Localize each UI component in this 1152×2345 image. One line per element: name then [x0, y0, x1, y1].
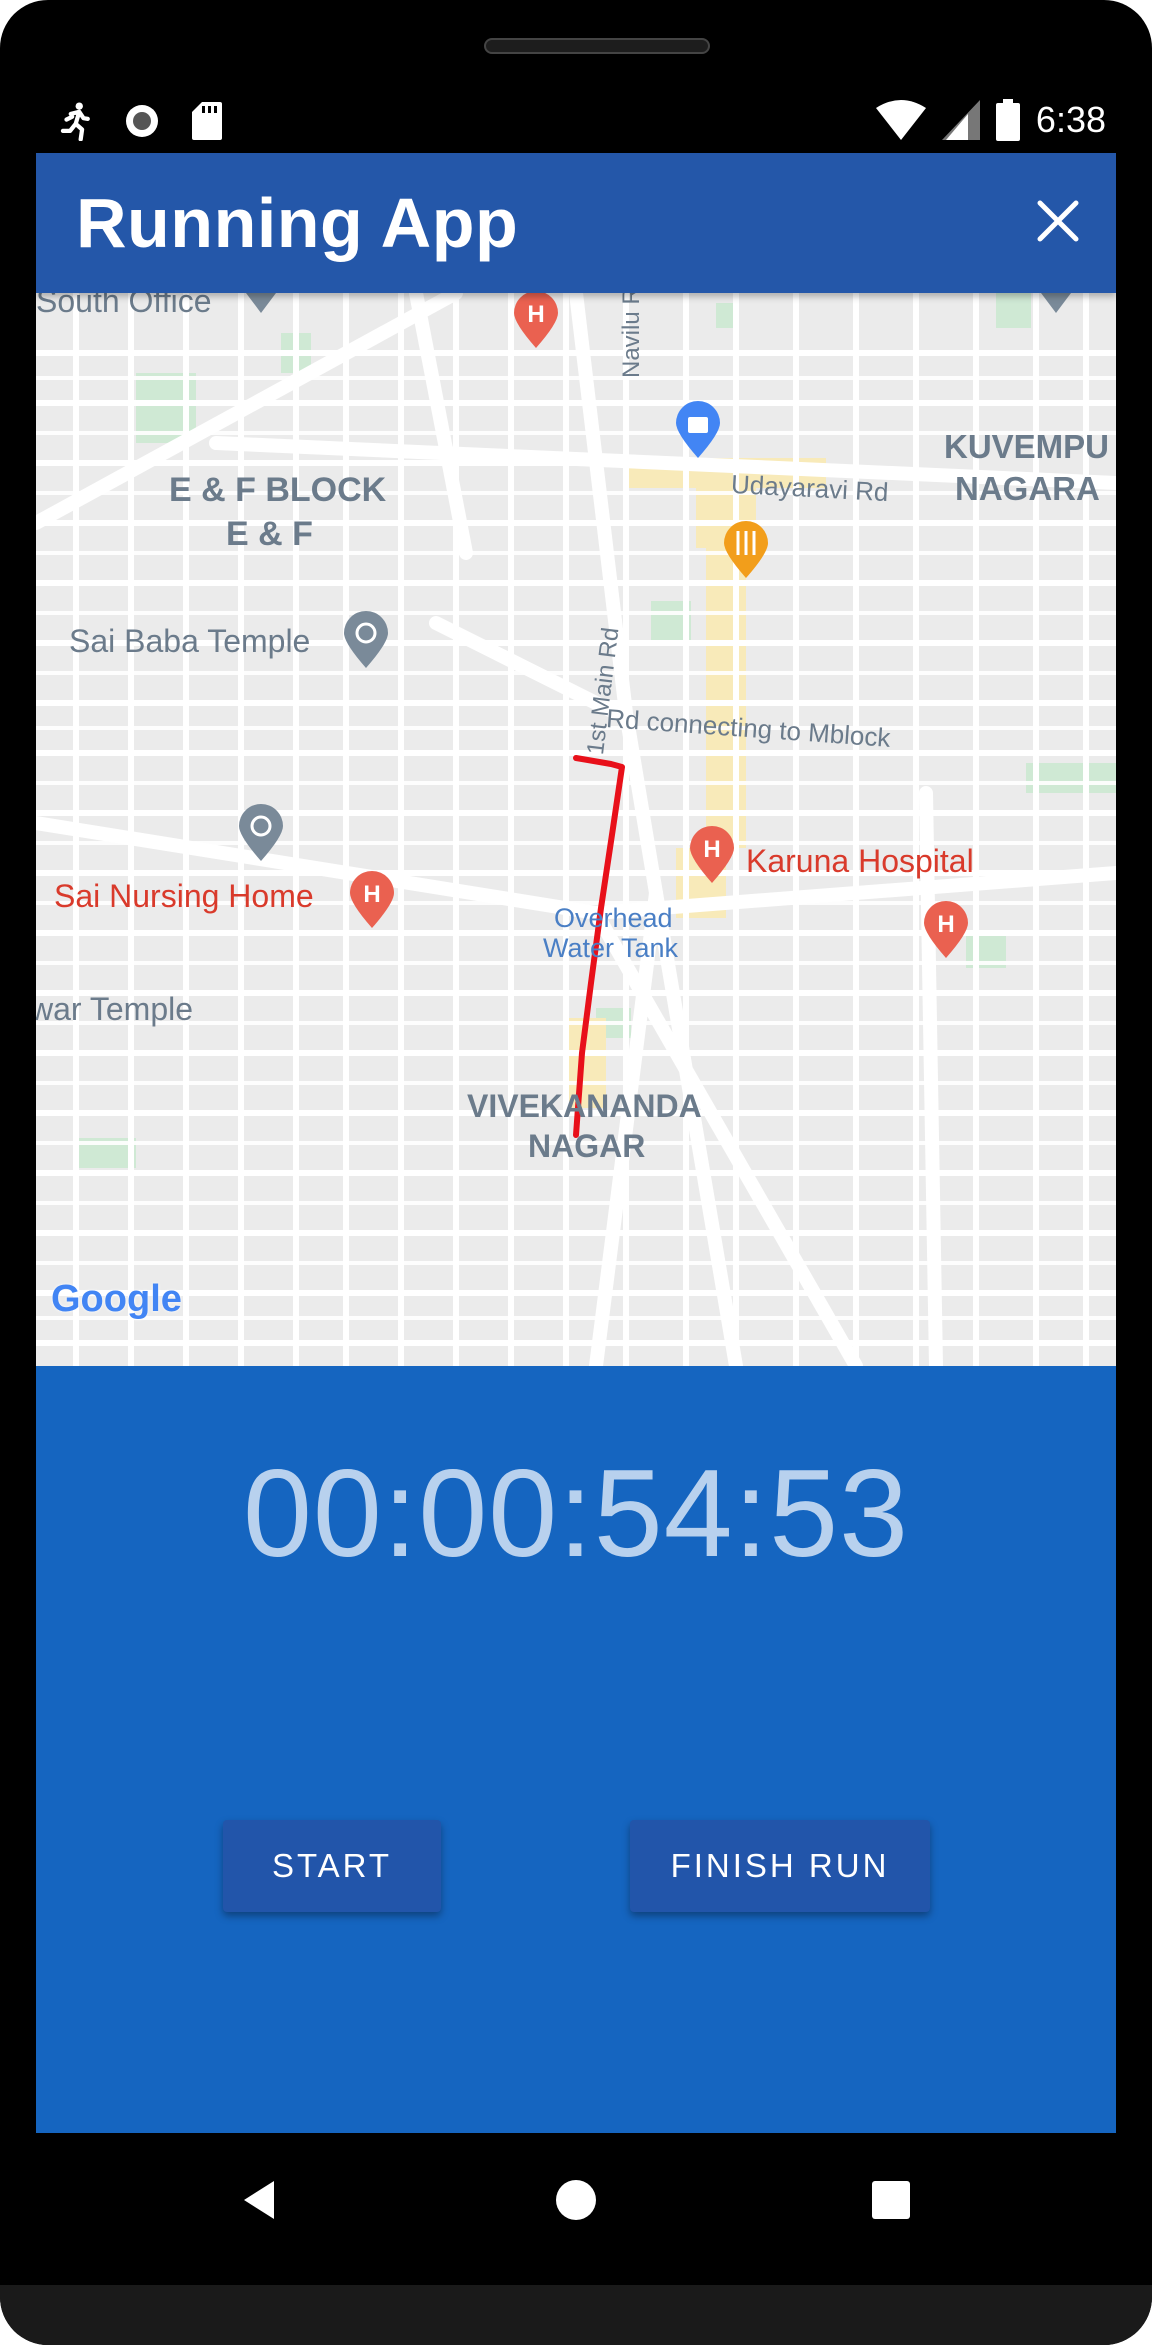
status-time: 6:38 [1035, 99, 1106, 140]
map-view[interactable]: H H H H South Office E & F BLOCK E & F N… [36, 293, 1116, 1366]
svg-text:H: H [937, 911, 954, 938]
device-frame: 6:38 Running App H H H H South Office E … [0, 0, 1152, 2345]
map-label-south-office: South Office [36, 293, 212, 319]
svg-text:H: H [703, 836, 720, 863]
map-label-overhead: Overhead [554, 903, 673, 933]
map-label-vivekananda: VIVEKANANDA [467, 1088, 702, 1124]
app-bar: Running App [36, 153, 1116, 293]
navigation-bar [0, 2133, 1152, 2265]
map-label-ef: E & F [226, 515, 313, 553]
map-label-sai-baba-temple: Sai Baba Temple [69, 623, 311, 659]
wifi-icon [875, 100, 926, 140]
running-icon [60, 102, 90, 141]
back-icon[interactable] [238, 2177, 284, 2223]
map-label-ef-block: E & F BLOCK [169, 471, 387, 509]
svg-text:H: H [527, 301, 544, 328]
map-label-water-tank: Water Tank [543, 933, 679, 963]
battery-icon [995, 99, 1020, 141]
google-logo: Google [51, 1278, 182, 1320]
map-label-sai-nursing-home: Sai Nursing Home [54, 878, 314, 914]
map-label-kuvempu: KUVEMPU [944, 428, 1110, 465]
map-label-karuna-hospital: Karuna Hospital [746, 843, 974, 879]
signal-icon [941, 100, 980, 140]
finish-run-button[interactable]: FINISH RUN [630, 1820, 930, 1912]
recents-icon[interactable] [868, 2177, 914, 2223]
sdcard-icon [192, 102, 222, 140]
home-icon[interactable] [553, 2177, 599, 2223]
map-label-war-temple: war Temple [36, 991, 194, 1027]
start-button[interactable]: START [223, 1820, 441, 1912]
map-label-nagar: NAGAR [528, 1128, 646, 1164]
app-title: Running App [76, 184, 519, 262]
map-label-navilu-rd: Navilu Rd [618, 293, 645, 378]
device-bottom-edge [0, 2285, 1152, 2345]
run-timer: 00:00:54:53 [242, 1445, 910, 1583]
close-icon[interactable] [1036, 199, 1080, 243]
speaker-grille [484, 38, 710, 54]
map-label-nagara: NAGARA [955, 470, 1100, 507]
status-bar: 6:38 [36, 95, 1116, 151]
app-screen: Running App H H H H South Office E & F B… [36, 153, 1116, 2133]
svg-text:H: H [363, 881, 380, 908]
record-icon [126, 105, 158, 137]
